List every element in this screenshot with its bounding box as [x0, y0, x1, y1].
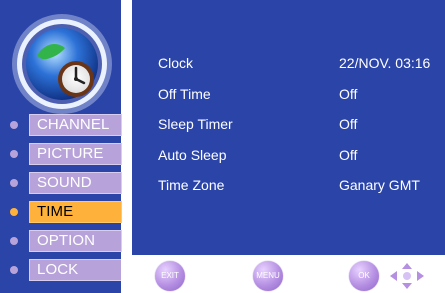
menu-bullet — [10, 179, 18, 187]
time-zone-value[interactable]: Ganary GMT — [339, 176, 420, 194]
menu-item-label: PICTURE — [29, 143, 122, 165]
menu-item-option[interactable]: OPTION — [10, 230, 122, 252]
sleep-timer-label: Sleep Timer — [158, 116, 233, 132]
auto-sleep-label: Auto Sleep — [158, 147, 227, 163]
menu-item-lock[interactable]: LOCK — [10, 259, 122, 281]
menu-bullet — [10, 266, 18, 274]
sidebar: CHANNEL PICTURE SOUND TIME OPTION LOCK — [0, 0, 122, 293]
menu-button[interactable]: MENU — [253, 261, 283, 291]
time-zone-label: Time Zone — [158, 177, 225, 193]
clock-icon — [12, 14, 112, 114]
menu-item-time[interactable]: TIME — [10, 201, 122, 223]
time-settings-panel: Clock 22/NOV. 03:16 Off Time Off Sleep T… — [132, 0, 445, 255]
menu-item-label: OPTION — [29, 230, 122, 252]
menu-item-channel[interactable]: CHANNEL — [10, 114, 122, 136]
exit-button[interactable]: EXIT — [155, 261, 185, 291]
menu-bullet — [10, 237, 18, 245]
menu-item-label: SOUND — [29, 172, 122, 194]
menu-item-label: LOCK — [29, 259, 122, 281]
off-time-label: Off Time — [158, 86, 211, 102]
clock-label: Clock — [158, 55, 194, 71]
directional-arrows-icon[interactable] — [389, 262, 425, 290]
menu-item-picture[interactable]: PICTURE — [10, 143, 122, 165]
clock-value[interactable]: 22/NOV. 03:16 — [339, 54, 430, 72]
auto-sleep-value[interactable]: Off — [339, 146, 357, 164]
menu-item-sound[interactable]: SOUND — [10, 172, 122, 194]
sleep-timer-value[interactable]: Off — [339, 115, 357, 133]
menu-item-label: CHANNEL — [29, 114, 122, 136]
ok-button[interactable]: OK — [349, 261, 379, 291]
menu-bullet — [10, 121, 18, 129]
menu-item-label: TIME — [29, 201, 122, 223]
off-time-value[interactable]: Off — [339, 85, 357, 103]
menu-bullet — [10, 150, 18, 158]
menu-bullet — [10, 208, 18, 216]
